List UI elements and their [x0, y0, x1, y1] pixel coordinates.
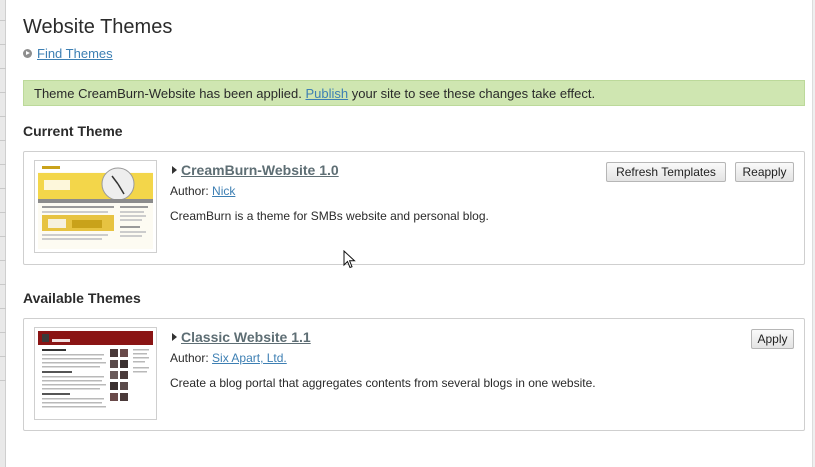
refresh-templates-button[interactable]: Refresh Templates [606, 162, 726, 182]
available-theme-name[interactable]: Classic Website 1.1 [181, 329, 311, 345]
message-suffix: your site to see these changes take effe… [351, 85, 596, 101]
message-prefix: Theme CreamBurn-Website has been applied… [34, 85, 302, 101]
find-themes-link[interactable]: Find Themes [37, 46, 113, 61]
current-theme-name-row[interactable]: CreamBurn-Website 1.0 [172, 162, 339, 178]
author-label: Author: [170, 184, 209, 198]
author-label: Author: [170, 351, 209, 365]
available-theme-description: Create a blog portal that aggregates con… [170, 376, 596, 390]
reapply-button[interactable]: Reapply [735, 162, 794, 182]
find-themes-row: Find Themes [23, 46, 113, 61]
publish-link[interactable]: Publish [305, 86, 348, 101]
available-theme-name-row[interactable]: Classic Website 1.1 [172, 329, 311, 345]
current-theme-author-row: Author: Nick [170, 184, 235, 198]
play-circle-icon [23, 49, 32, 58]
current-theme-heading: Current Theme [23, 123, 123, 139]
left-scroll-rail [0, 0, 6, 467]
status-message: Theme CreamBurn-Website has been applied… [23, 80, 805, 106]
current-theme-description: CreamBurn is a theme for SMBs website an… [170, 209, 489, 223]
current-theme-panel: CreamBurn-Website 1.0 Author: Nick Cream… [23, 151, 805, 265]
page-title: Website Themes [23, 16, 173, 38]
current-theme-thumbnail [34, 160, 157, 253]
available-theme-thumbnail [34, 327, 157, 420]
current-theme-author-link[interactable]: Nick [212, 184, 235, 198]
current-theme-name[interactable]: CreamBurn-Website 1.0 [181, 162, 339, 178]
available-theme-author-link[interactable]: Six Apart, Ltd. [212, 351, 287, 365]
mouse-pointer-icon [343, 250, 356, 269]
available-theme-author-row: Author: Six Apart, Ltd. [170, 351, 287, 365]
classic-website-preview-image [38, 331, 153, 416]
creamburn-preview-image [38, 164, 153, 249]
available-themes-heading: Available Themes [23, 290, 141, 306]
apply-button[interactable]: Apply [751, 329, 794, 349]
triangle-right-icon [172, 333, 177, 341]
triangle-right-icon [172, 166, 177, 174]
available-theme-panel: Classic Website 1.1 Author: Six Apart, L… [23, 318, 805, 431]
